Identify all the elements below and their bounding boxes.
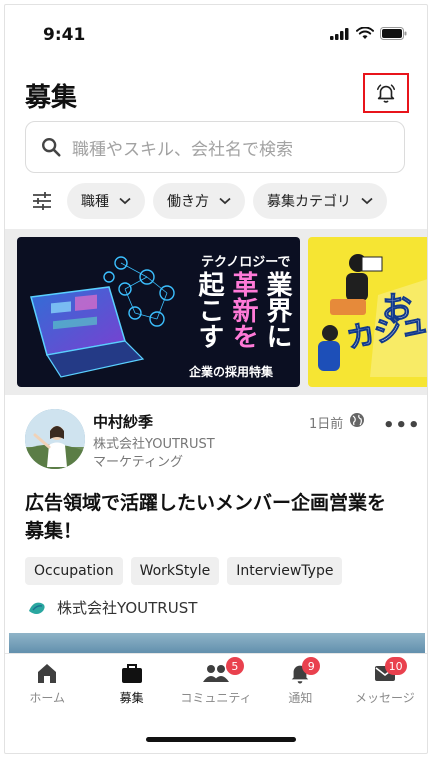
tab-messages[interactable]: 10 メッセージ xyxy=(343,654,427,713)
tab-label: メッセージ xyxy=(354,691,415,705)
filter-settings-button[interactable] xyxy=(25,183,59,219)
cellular-signal-icon xyxy=(330,27,349,40)
sliders-icon xyxy=(33,192,51,210)
more-options-button[interactable]: ••• xyxy=(383,415,421,436)
post-title[interactable]: 広告領域で活躍したいメンバー企画営業を募集！ xyxy=(25,489,395,545)
tab-home[interactable]: ホーム xyxy=(5,654,89,713)
post-tags: Occupation WorkStyle InterviewType xyxy=(25,557,343,585)
page-title: 募集 xyxy=(25,83,78,113)
search-input[interactable]: 職種やスキル、会社名で検索 xyxy=(25,121,405,173)
tag-occupation[interactable]: Occupation xyxy=(25,557,123,585)
tab-community[interactable]: 5 コミュニティ xyxy=(174,654,258,713)
author-role: マーケティング xyxy=(93,455,183,470)
post-timestamp: 1日前 xyxy=(309,417,344,432)
tab-notifications[interactable]: 9 通知 xyxy=(258,654,342,713)
filter-chip-label: 職種 xyxy=(81,194,109,210)
globe-icon xyxy=(350,413,364,427)
notifications-badge: 9 xyxy=(302,657,321,675)
battery-icon xyxy=(380,27,407,40)
tab-jobs[interactable]: 募集 xyxy=(89,654,173,713)
app-frame: 9:41 募集 職種やスキル、会社名で検索 職種 働き方 募集カテゴリ テクノロ… xyxy=(4,4,428,754)
banner-headline-text: 起こす xyxy=(194,271,224,349)
avatar-photo xyxy=(25,409,85,469)
tab-label: 通知 xyxy=(288,691,313,705)
status-icons xyxy=(330,27,407,40)
banner-casual[interactable]: お カジュ xyxy=(308,237,427,387)
company-name: 株式会社YOUTRUST xyxy=(57,599,198,617)
banner-tech-feature[interactable]: テクノロジーで 起こす 革新を 業界に 企業の採用特集 xyxy=(17,237,300,387)
filter-chip-occupation[interactable]: 職種 xyxy=(67,183,145,219)
tab-label: 募集 xyxy=(119,691,144,705)
home-indicator[interactable] xyxy=(146,737,296,742)
avatar[interactable] xyxy=(25,409,85,469)
company-link[interactable]: 株式会社YOUTRUST xyxy=(27,597,197,618)
filter-bar: 職種 働き方 募集カテゴリ xyxy=(25,183,387,219)
bottom-tab-bar: ホーム 募集 5 コミュニティ 9 通知 10 メッセージ xyxy=(5,653,427,713)
community-badge: 5 xyxy=(225,657,244,675)
home-icon xyxy=(38,664,57,683)
filter-chip-label: 働き方 xyxy=(167,194,209,210)
tab-label: コミュニティ xyxy=(180,691,252,705)
notification-settings-button[interactable] xyxy=(363,73,409,113)
chevron-down-icon xyxy=(119,197,131,205)
tag-interviewtype[interactable]: InterviewType xyxy=(227,557,343,585)
filter-chip-label: 募集カテゴリ xyxy=(267,194,351,210)
banner-headline-text: 革新を xyxy=(228,271,258,349)
search-icon xyxy=(42,138,61,157)
company-logo-icon xyxy=(29,602,45,614)
messages-badge: 10 xyxy=(384,657,407,675)
banner-tagline: テクノロジーで xyxy=(201,255,291,270)
banner-carousel: テクノロジーで 起こす 革新を 業界に 企業の採用特集 お カジュ xyxy=(5,229,427,395)
wifi-icon xyxy=(356,27,374,39)
search-placeholder: 職種やスキル、会社名で検索 xyxy=(72,139,293,160)
author-name[interactable]: 中村紗季 xyxy=(93,411,153,432)
chevron-down-icon xyxy=(219,197,231,205)
banner-headline-col-2: 革新を xyxy=(227,271,258,349)
banner-caption: 企業の採用特集 xyxy=(189,365,274,379)
status-bar: 9:41 xyxy=(5,5,427,65)
filter-chip-workstyle[interactable]: 働き方 xyxy=(153,183,245,219)
banner-headline-col-1: 起こす xyxy=(193,271,224,349)
banner-headline-text: 業界に xyxy=(262,271,292,349)
author-company: 株式会社YOUTRUST xyxy=(93,437,215,452)
bell-icon xyxy=(377,84,395,103)
banner-headline-col-3: 業界に xyxy=(261,271,292,349)
laptop-illustration xyxy=(30,256,175,378)
tag-workstyle[interactable]: WorkStyle xyxy=(130,557,220,585)
briefcase-icon xyxy=(121,664,142,683)
filter-chip-category[interactable]: 募集カテゴリ xyxy=(253,183,387,219)
status-time: 9:41 xyxy=(43,25,86,45)
tab-label: ホーム xyxy=(29,691,66,705)
chevron-down-icon xyxy=(361,197,373,205)
